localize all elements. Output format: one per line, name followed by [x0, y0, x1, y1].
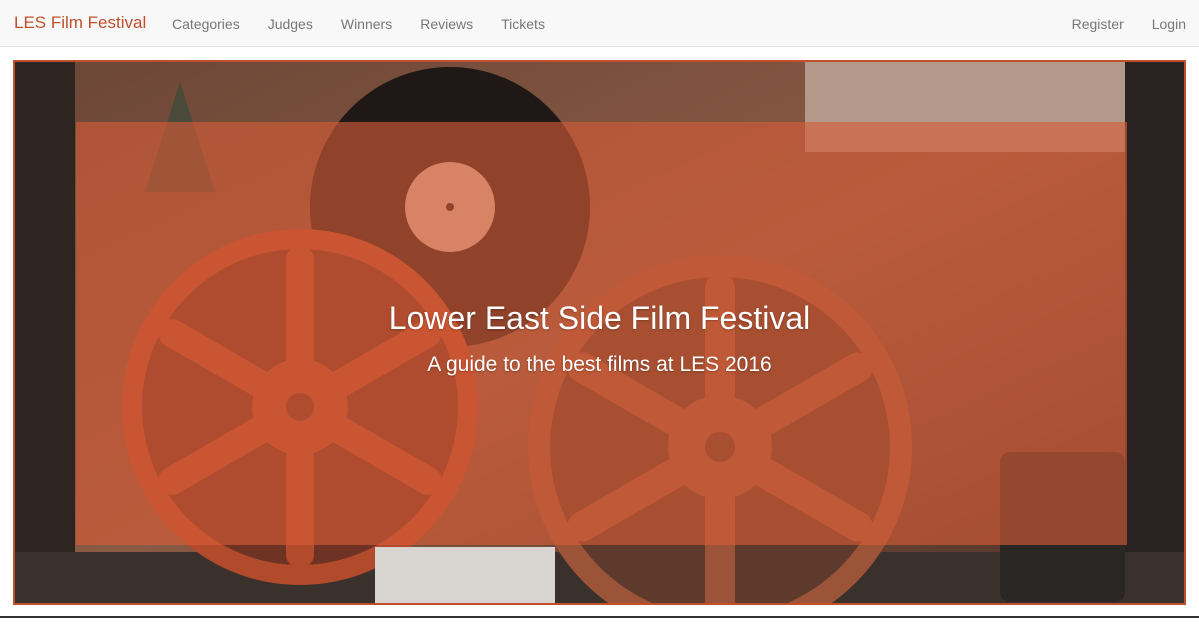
nav-item-tickets[interactable]: Tickets: [487, 16, 559, 32]
nav-item-categories[interactable]: Categories: [158, 16, 254, 32]
nav-item-judges[interactable]: Judges: [254, 16, 327, 32]
nav-item-login[interactable]: Login: [1138, 16, 1199, 32]
nav-main-menu: Categories Judges Winners Reviews Ticket…: [158, 0, 559, 47]
nav-account-menu: Register Login: [1058, 0, 1199, 47]
page-divider: [0, 616, 1199, 618]
nav-item-reviews[interactable]: Reviews: [406, 16, 487, 32]
hero-subtitle: A guide to the best films at LES 2016: [427, 353, 772, 376]
nav-item-winners[interactable]: Winners: [327, 16, 406, 32]
hero-title: Lower East Side Film Festival: [388, 300, 811, 336]
brand-link[interactable]: LES Film Festival: [14, 13, 146, 33]
top-navbar: LES Film Festival Categories Judges Winn…: [0, 0, 1199, 47]
hero-banner: Lower East Side Film Festival A guide to…: [13, 60, 1186, 605]
nav-item-register[interactable]: Register: [1058, 16, 1138, 32]
